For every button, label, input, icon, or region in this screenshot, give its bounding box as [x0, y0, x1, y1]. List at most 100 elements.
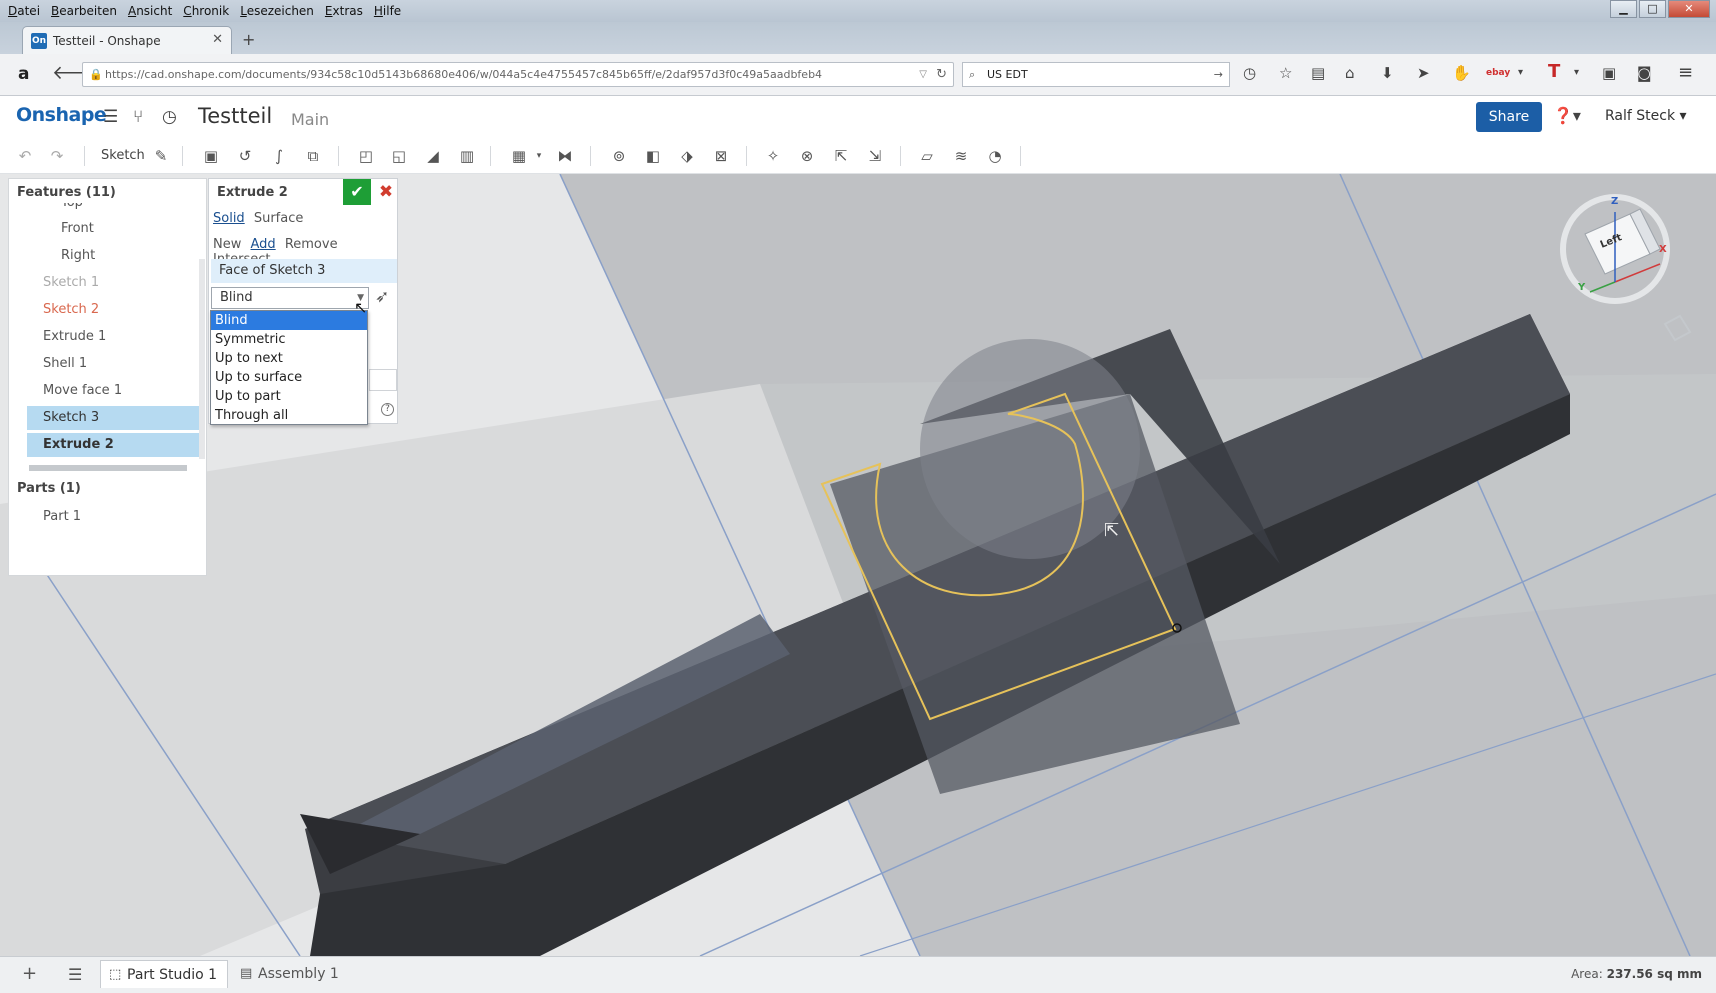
boolean-icon[interactable]: ⊚: [610, 147, 628, 165]
fillet-icon[interactable]: ◰: [357, 147, 375, 165]
feature-item-sketch-1[interactable]: Sketch 1: [27, 271, 199, 295]
feature-item-right[interactable]: Right: [27, 244, 199, 268]
menu-extras[interactable]: Extras: [325, 4, 363, 18]
bookmark-star-icon[interactable]: ☆: [1279, 64, 1292, 82]
download-icon[interactable]: ⬇: [1381, 64, 1394, 82]
reading-list-icon[interactable]: ▤: [1311, 64, 1325, 82]
option-blind[interactable]: Blind: [211, 311, 367, 330]
opposite-direction-icon[interactable]: ➶: [375, 287, 389, 307]
mate-connector-icon[interactable]: ◔: [986, 147, 1004, 165]
search-go-icon[interactable]: →: [1214, 63, 1223, 86]
chamfer-icon[interactable]: ◱: [390, 147, 408, 165]
shell-icon[interactable]: ▥: [458, 147, 476, 165]
document-menu-icon[interactable]: ☰: [103, 107, 118, 127]
dropdown-arrow-icon-2[interactable]: ▾: [1574, 67, 1579, 78]
cancel-x-icon[interactable]: ✖: [373, 179, 399, 205]
part-item-part-1[interactable]: Part 1: [27, 505, 201, 529]
feature-item-extrude-1[interactable]: Extrude 1: [27, 325, 199, 349]
feature-item-front[interactable]: Front: [27, 217, 199, 241]
modify-fillet-icon[interactable]: ✧: [764, 147, 782, 165]
replace-face-icon[interactable]: ⇲: [866, 147, 884, 165]
delete-face-icon[interactable]: ⊗: [798, 147, 816, 165]
send-icon[interactable]: ➤: [1417, 64, 1430, 82]
helix-icon[interactable]: ≋: [952, 147, 970, 165]
pattern-icon[interactable]: ▦: [510, 147, 528, 165]
extension-icon[interactable]: ✋: [1452, 64, 1471, 82]
draft-icon[interactable]: ◢: [424, 147, 442, 165]
home-icon[interactable]: ⌂: [1345, 64, 1355, 82]
rollback-bar[interactable]: [29, 465, 187, 471]
chat-icon[interactable]: ◙: [1637, 64, 1652, 82]
browser-tab[interactable]: On Testteil - Onshape ✕: [22, 26, 232, 54]
feature-list-scrollbar[interactable]: [199, 259, 205, 459]
hamburger-menu-icon[interactable]: ≡: [1678, 62, 1693, 83]
confirm-checkmark-icon[interactable]: ✔: [343, 179, 371, 205]
t-extension-icon[interactable]: T: [1548, 61, 1560, 82]
onshape-logo[interactable]: Onshape: [16, 104, 107, 126]
document-title[interactable]: Testteil: [198, 104, 272, 128]
amazon-icon[interactable]: a: [18, 64, 29, 84]
plane-icon[interactable]: ▱: [918, 147, 936, 165]
move-face-icon[interactable]: ⇱: [832, 147, 850, 165]
dropdown-arrow-icon[interactable]: ▾: [1518, 67, 1523, 78]
new-tab-icon[interactable]: +: [242, 30, 255, 49]
option-up-to-part[interactable]: Up to part: [211, 387, 367, 406]
ebay-icon[interactable]: ebay: [1486, 68, 1510, 78]
option-up-to-next[interactable]: Up to next: [211, 349, 367, 368]
add-tab-icon[interactable]: +: [22, 963, 37, 984]
faces-selection-field[interactable]: Face of Sketch 3: [211, 259, 397, 283]
feature-item-sketch-2[interactable]: Sketch 2: [27, 298, 199, 322]
window-close-icon[interactable]: ✕: [1668, 0, 1710, 18]
redo-icon[interactable]: ↷: [48, 147, 66, 165]
extrude-icon[interactable]: ▣: [202, 147, 220, 165]
menu-hilfe[interactable]: Hilfe: [374, 4, 401, 18]
url-field[interactable]: 🔒 https://cad.onshape.com/documents/934c…: [82, 62, 954, 87]
depth-field[interactable]: [369, 369, 397, 391]
pattern-dropdown-icon[interactable]: ▾: [530, 147, 548, 165]
share-button[interactable]: Share: [1476, 102, 1542, 132]
option-up-to-surface[interactable]: Up to surface: [211, 368, 367, 387]
feature-item-shell-1[interactable]: Shell 1: [27, 352, 199, 376]
option-symmetric[interactable]: Symmetric: [211, 330, 367, 349]
maximize-icon[interactable]: □: [1639, 0, 1666, 18]
menu-lesezeichen[interactable]: Lesezeichen: [240, 4, 314, 18]
new-option[interactable]: New: [213, 237, 241, 252]
menu-datei[interactable]: Datei: [8, 4, 40, 18]
add-option[interactable]: Add: [251, 237, 276, 252]
menu-bearbeiten[interactable]: Bearbeiten: [51, 4, 117, 18]
revolve-icon[interactable]: ↺: [236, 147, 254, 165]
feature-item-top[interactable]: Top: [27, 203, 199, 215]
feature-item-move-face-1[interactable]: Move face 1: [27, 379, 199, 403]
option-through-all[interactable]: Through all: [211, 406, 367, 425]
tab-part-studio-1[interactable]: ⬚ Part Studio 1: [100, 960, 229, 988]
undo-icon[interactable]: ↶: [16, 147, 34, 165]
url-dropdown-icon[interactable]: ▽: [919, 63, 927, 86]
reload-icon[interactable]: ↻: [936, 63, 947, 86]
tab-assembly-1[interactable]: ▤ Assembly 1: [232, 960, 349, 988]
search-field[interactable]: ⌕ US EDT →: [962, 62, 1230, 87]
mirror-icon[interactable]: ⧓: [556, 147, 574, 165]
remove-option[interactable]: Remove: [285, 237, 338, 252]
sketch-button[interactable]: Sketch: [101, 148, 145, 163]
sweep-icon[interactable]: ∫: [270, 147, 288, 165]
versions-branch-icon[interactable]: ⑂: [133, 107, 143, 127]
feature-item-extrude-2[interactable]: Extrude 2: [27, 433, 199, 457]
features-header[interactable]: Features (11): [17, 185, 116, 200]
minimize-icon[interactable]: ▁: [1610, 0, 1637, 18]
surface-option[interactable]: Surface: [254, 211, 304, 226]
feature-item-sketch-3[interactable]: Sketch 3: [27, 406, 199, 430]
tab-list-icon[interactable]: ☰: [68, 965, 82, 984]
solid-option[interactable]: Solid: [213, 211, 245, 226]
dialog-help-icon[interactable]: ?: [381, 403, 394, 416]
history-clock-icon[interactable]: ◷: [162, 107, 177, 127]
tab-close-icon[interactable]: ✕: [212, 32, 223, 47]
parts-header[interactable]: Parts (1): [17, 481, 81, 496]
menu-ansicht[interactable]: Ansicht: [128, 4, 172, 18]
sketch-pencil-icon[interactable]: ✎: [152, 147, 170, 165]
history-icon[interactable]: ◷: [1243, 64, 1256, 82]
menu-chronik[interactable]: Chronik: [183, 4, 229, 18]
help-icon[interactable]: ❓▾: [1553, 106, 1581, 125]
user-menu[interactable]: Ralf Steck ▾: [1605, 108, 1687, 124]
end-type-select[interactable]: Blind ▼: [211, 287, 369, 309]
delete-part-icon[interactable]: ⊠: [712, 147, 730, 165]
